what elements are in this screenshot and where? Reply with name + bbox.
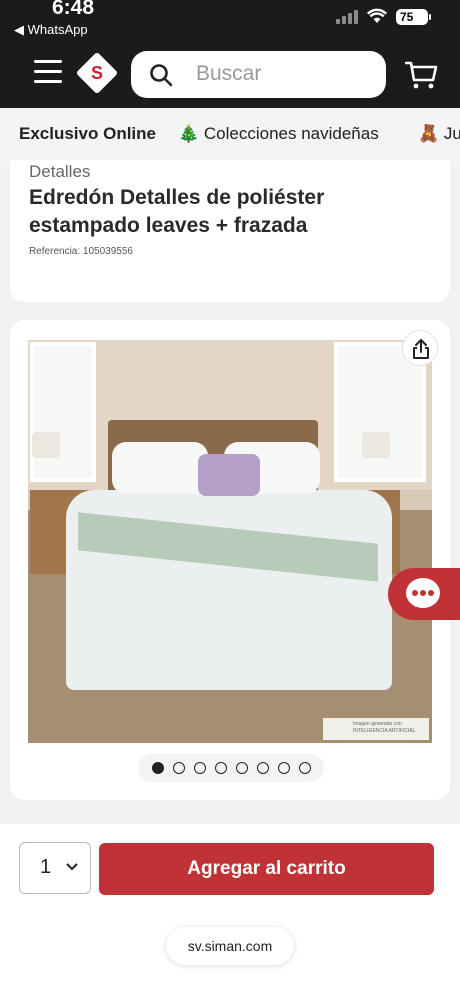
logo-letter: S [90,63,103,83]
add-to-cart-button[interactable]: Agregar al carrito [99,843,434,895]
breadcrumb[interactable]: Detalles [29,162,90,182]
status-bar: 6:48 ◀ WhatsApp 75 [0,0,460,44]
status-time: 6:48 [52,0,95,19]
carousel-dot[interactable] [235,762,248,774]
image-pillow-left [112,442,208,494]
share-button[interactable] [402,330,438,366]
search-icon [150,64,173,87]
carousel-dot[interactable] [298,762,311,774]
carousel-dot[interactable] [256,762,269,774]
wifi-icon [367,8,387,23]
battery-level: 75 [400,10,414,24]
back-to-whatsapp-link[interactable]: ◀ WhatsApp [14,22,88,38]
battery-icon: 75 [396,9,431,25]
carousel-dot[interactable] [214,762,227,774]
chat-button[interactable] [388,568,460,620]
browser-url-pill[interactable]: sv.siman.com [166,927,294,965]
ai-generated-badge: Imagen generada con INTELIGENCIA ARTIFIC… [323,718,429,740]
product-image[interactable]: Imagen generada con INTELIGENCIA ARTIFIC… [28,340,432,743]
image-lamp-left [32,432,60,458]
purchase-bar: 1 Agregar al carrito sv.siman.com [0,824,460,982]
chat-bubble-icon [406,578,440,608]
product-info-card: Detalles Edredón Detalles de poliéster e… [10,160,450,302]
menu-hamburger-icon[interactable] [34,60,62,84]
promo-item-navidad[interactable]: 🎄 Colecciones navideñas [178,124,379,144]
ai-generated-text: Imagen generada con INTELIGENCIA ARTIFIC… [353,721,416,734]
product-title: Edredón Detalles de poliéster estampado … [29,186,325,237]
product-gallery-card: Imagen generada con INTELIGENCIA ARTIFIC… [10,320,450,800]
carousel-dot[interactable] [193,762,206,774]
app-header: 6:48 ◀ WhatsApp 75 S Buscar [0,0,460,108]
cellular-signal-icon [336,10,358,24]
image-lamp-right [362,432,390,458]
quantity-select[interactable]: 1 [19,842,91,894]
search-input[interactable]: Buscar [131,51,386,98]
shopping-cart-icon[interactable] [405,60,439,90]
carousel-indicator [138,754,324,782]
image-cushion [198,454,260,496]
chevron-down-icon [66,863,78,871]
siman-logo[interactable]: S [75,51,119,95]
search-placeholder: Buscar [196,62,262,85]
promo-item-exclusivo[interactable]: Exclusivo Online [19,124,156,144]
image-window-left [30,342,96,482]
share-icon [413,339,429,359]
carousel-dot[interactable] [151,762,164,774]
quantity-value: 1 [40,856,52,878]
product-reference: Referencia: 105039556 [29,246,133,257]
promo-item-juguetes[interactable]: 🧸 Ju [418,124,460,144]
carousel-dot[interactable] [277,762,290,774]
carousel-dot[interactable] [172,762,185,774]
promo-bar: Exclusivo Online 🎄 Colecciones navideñas… [0,108,460,162]
